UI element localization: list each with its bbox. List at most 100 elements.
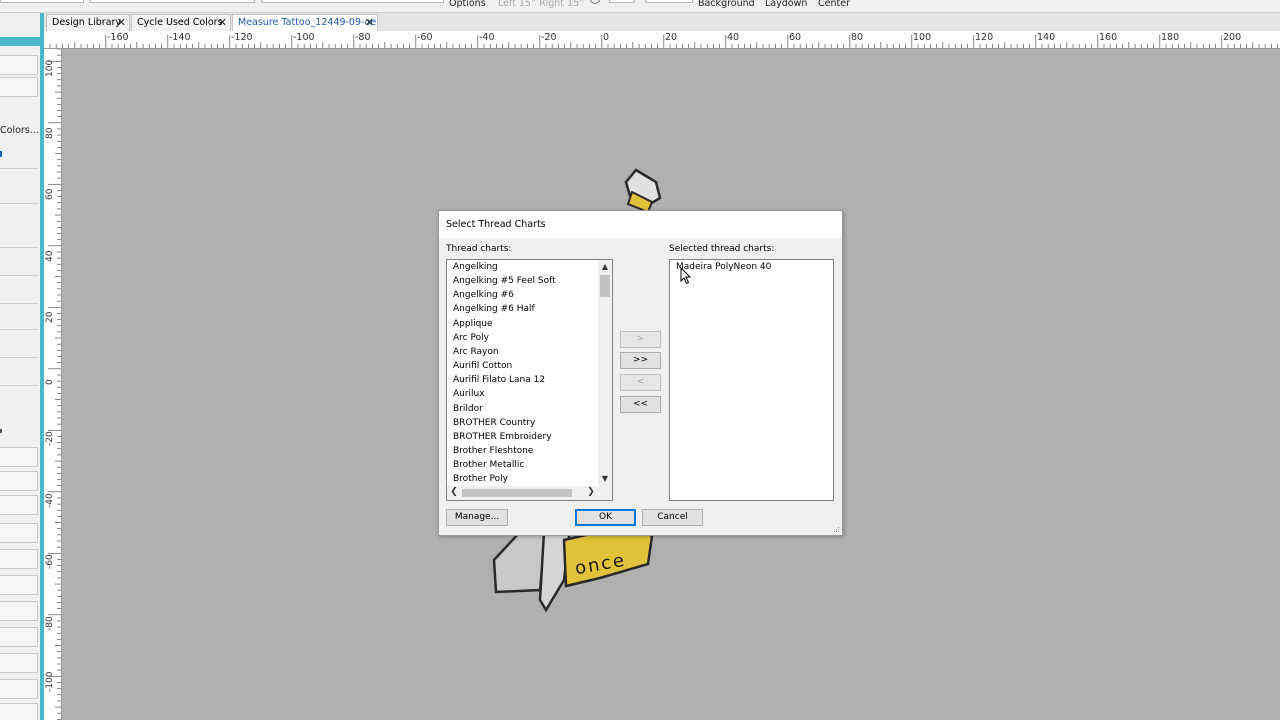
ruler-label: -140 — [169, 32, 191, 43]
panel-button[interactable] — [0, 679, 38, 699]
toolbar-field[interactable] — [645, 0, 693, 3]
thread-chart-list-item[interactable]: Brother Fleshtone — [453, 446, 533, 456]
thread-charts-list[interactable]: Angelking Angelking #5 Feel Soft Angelking… — [446, 259, 613, 501]
ruler-label: -100 — [45, 671, 55, 692]
panel-button[interactable] — [0, 77, 38, 97]
ok-button[interactable]: OK — [575, 509, 636, 526]
angle-field[interactable] — [609, 0, 635, 3]
panel-button[interactable] — [0, 575, 38, 595]
ruler-label: 40 — [45, 250, 55, 262]
thread-chart-list-item[interactable]: Brother Poly — [453, 474, 508, 484]
ruler-label: 40 — [727, 32, 740, 43]
panel-marker — [0, 429, 2, 433]
add-all-button[interactable]: >> — [620, 352, 661, 369]
selected-thread-charts-label: Selected thread charts: — [669, 244, 775, 254]
resize-grip-icon[interactable] — [832, 525, 840, 533]
tab-measure-tattoo[interactable]: Measure Tattoo_12449-09-oe ✕ — [232, 14, 378, 31]
thread-chart-list-item[interactable]: Arc Rayon — [453, 347, 499, 357]
thread-chart-list-item[interactable]: Aurilux — [453, 389, 485, 399]
toolbar-field[interactable] — [0, 0, 84, 3]
panel-button[interactable] — [0, 549, 38, 569]
scroll-up-icon[interactable]: ▲ — [598, 260, 612, 274]
divider — [0, 275, 38, 276]
ruler-label: 80 — [45, 127, 55, 139]
panel-link[interactable] — [0, 151, 2, 157]
vertical-ruler: 100 80 60 40 20 0 -20 -40 -60 -80 -100 — [44, 49, 62, 720]
left-15-button[interactable]: Left 15° — [498, 0, 536, 9]
thread-chart-list-item[interactable]: Arc Poly — [453, 333, 489, 343]
panel-button[interactable] — [0, 471, 38, 491]
ruler-label: 160 — [1099, 32, 1118, 43]
thread-chart-list-item[interactable]: Angelking — [453, 262, 498, 272]
panel-button[interactable] — [0, 703, 38, 720]
ruler-ticks — [49, 35, 1278, 48]
ruler-label: -20 — [45, 431, 55, 446]
close-icon[interactable]: ✕ — [218, 15, 227, 31]
thread-chart-list-item[interactable]: BROTHER Embroidery — [453, 432, 552, 442]
scroll-thumb[interactable] — [462, 489, 572, 497]
remove-button[interactable]: < — [620, 374, 661, 391]
remove-all-button[interactable]: << — [620, 396, 661, 413]
cancel-button[interactable]: Cancel — [642, 509, 703, 526]
thread-chart-list-item[interactable]: Angelking #6 Half — [453, 304, 535, 314]
mouse-cursor-icon — [680, 267, 692, 285]
vertical-scrollbar[interactable]: ▲ ▼ — [598, 260, 612, 488]
thread-chart-list-item[interactable]: Aurifil Filato Lana 12 — [453, 375, 545, 385]
panel-button[interactable] — [0, 495, 38, 515]
scroll-thumb[interactable] — [600, 275, 610, 297]
thread-chart-list-item[interactable]: Brother Metallic — [453, 460, 524, 470]
panel-button[interactable] — [0, 447, 38, 467]
panel-button[interactable] — [0, 653, 38, 673]
scroll-corner — [598, 486, 612, 500]
panel-button[interactable] — [0, 55, 38, 75]
manage-button[interactable]: Manage... — [446, 509, 508, 526]
thread-chart-list-item[interactable]: Angelking #5 Feel Soft — [453, 276, 556, 286]
background-button[interactable]: Background — [698, 0, 755, 9]
tab-label: Cycle Used Colors — [137, 17, 223, 28]
panel-header-accent — [0, 37, 40, 46]
center-button[interactable]: Center — [818, 0, 850, 9]
ruler-label: 200 — [1223, 32, 1242, 43]
ruler-label: 80 — [851, 32, 864, 43]
laydown-button[interactable]: Laydown — [765, 0, 807, 9]
toolbar-field[interactable] — [261, 0, 444, 3]
ruler-label: 180 — [1161, 32, 1180, 43]
horizontal-scrollbar[interactable]: ❮ ❯ — [447, 486, 598, 500]
rotate-icon[interactable] — [590, 0, 600, 4]
selected-thread-charts-list[interactable]: Madeira PolyNeon 40 — [669, 259, 834, 501]
scroll-right-icon[interactable]: ❯ — [584, 486, 598, 500]
scroll-down-icon[interactable]: ▼ — [598, 472, 612, 486]
close-icon[interactable]: ✕ — [365, 15, 374, 31]
panel-button[interactable] — [0, 523, 38, 543]
right-15-button[interactable]: Right 15° — [539, 0, 584, 9]
tab-label: Design Library — [52, 17, 122, 28]
divider — [0, 357, 38, 358]
divider — [0, 203, 38, 204]
toolbar-field[interactable] — [90, 0, 255, 3]
scroll-left-icon[interactable]: ❮ — [447, 486, 461, 500]
thread-chart-list-item[interactable]: Angelking #6 — [453, 290, 514, 300]
ruler-label: -80 — [45, 615, 55, 631]
ruler-label: -120 — [231, 32, 253, 43]
ruler-label: 120 — [975, 32, 994, 43]
colors-menu-item[interactable]: Colors... — [0, 125, 39, 136]
ruler-label: 60 — [45, 188, 55, 200]
options-button[interactable]: Options — [449, 0, 486, 9]
tab-design-library[interactable]: Design Library ✕ — [46, 14, 130, 31]
thread-chart-list-item[interactable]: BROTHER Country — [453, 418, 535, 428]
tab-cycle-used-colors[interactable]: Cycle Used Colors ✕ — [131, 14, 231, 31]
dialog-title-bar[interactable]: Select Thread Charts — [439, 211, 842, 238]
panel-button[interactable] — [0, 601, 38, 621]
thread-chart-list-item[interactable]: Applique — [453, 319, 493, 329]
ruler-label: -160 — [107, 32, 129, 43]
panel-button[interactable] — [0, 627, 38, 647]
top-toolbar: Options Left 15° Right 15° Background La… — [0, 0, 1280, 13]
thread-chart-list-item[interactable]: Aurifil Cotton — [453, 361, 512, 371]
divider — [0, 329, 38, 330]
thread-chart-list-item[interactable]: Brildor — [453, 404, 483, 414]
ruler-label: -20 — [541, 32, 557, 43]
dialog-title: Select Thread Charts — [446, 219, 546, 230]
horizontal-ruler: -160 -140 -120 -100 -80 -60 -40 -20 0 20 40 60 80 100… — [44, 31, 1280, 49]
close-icon[interactable]: ✕ — [117, 15, 126, 31]
add-button[interactable]: > — [620, 331, 661, 348]
